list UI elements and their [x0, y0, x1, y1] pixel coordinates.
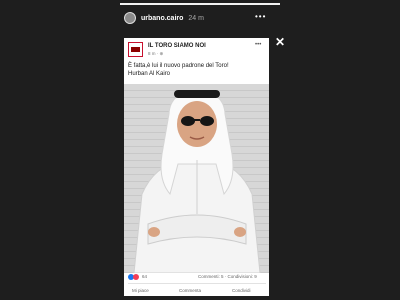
- story-progress-fill: [120, 3, 280, 5]
- divider: [128, 283, 266, 284]
- story-username[interactable]: urbano.cairo: [141, 15, 183, 22]
- comment-button[interactable]: Commenta: [179, 288, 201, 293]
- reaction-icons: [128, 274, 141, 280]
- caption-line-2: Hurban Al Kairo: [128, 71, 171, 77]
- story-header: urbano.cairo 24 m: [124, 10, 269, 26]
- page-name[interactable]: IL TORO SIAMO NOI: [148, 43, 206, 49]
- love-reaction-icon: [133, 274, 139, 280]
- reaction-count[interactable]: 64: [142, 274, 147, 279]
- post-more-icon[interactable]: •••: [255, 42, 261, 48]
- story-progress-bar: [120, 3, 280, 5]
- post-photo: [124, 84, 269, 273]
- story-time: 24 m: [188, 14, 204, 22]
- post-caption: È fatta,è lui il nuovo padrone del Toro!…: [128, 62, 266, 78]
- like-button[interactable]: Mi piace: [132, 288, 149, 293]
- post-actions: Mi piace Commenta Condividi: [124, 286, 269, 296]
- reactions-bar: 64 Commenti: 5 · Condivisioni: 9: [128, 273, 266, 281]
- person-in-thobe-illustration: [133, 89, 261, 273]
- post-header: IL TORO SIAMO NOI 8 m · ⊕ •••: [128, 41, 265, 59]
- close-icon[interactable]: ✕: [275, 36, 285, 48]
- share-button[interactable]: Condividi: [232, 288, 251, 293]
- comments-shares-count[interactable]: Commenti: 5 · Condivisioni: 9: [198, 274, 257, 279]
- post-meta: 8 m · ⊕: [148, 51, 164, 56]
- page-logo[interactable]: [128, 42, 143, 57]
- more-horizontal-icon[interactable]: •••: [255, 12, 266, 21]
- shared-post-card[interactable]: IL TORO SIAMO NOI 8 m · ⊕ ••• È fatta,è …: [124, 38, 269, 296]
- avatar[interactable]: [124, 12, 136, 24]
- caption-line-1: È fatta,è lui il nuovo padrone del Toro!: [128, 63, 229, 69]
